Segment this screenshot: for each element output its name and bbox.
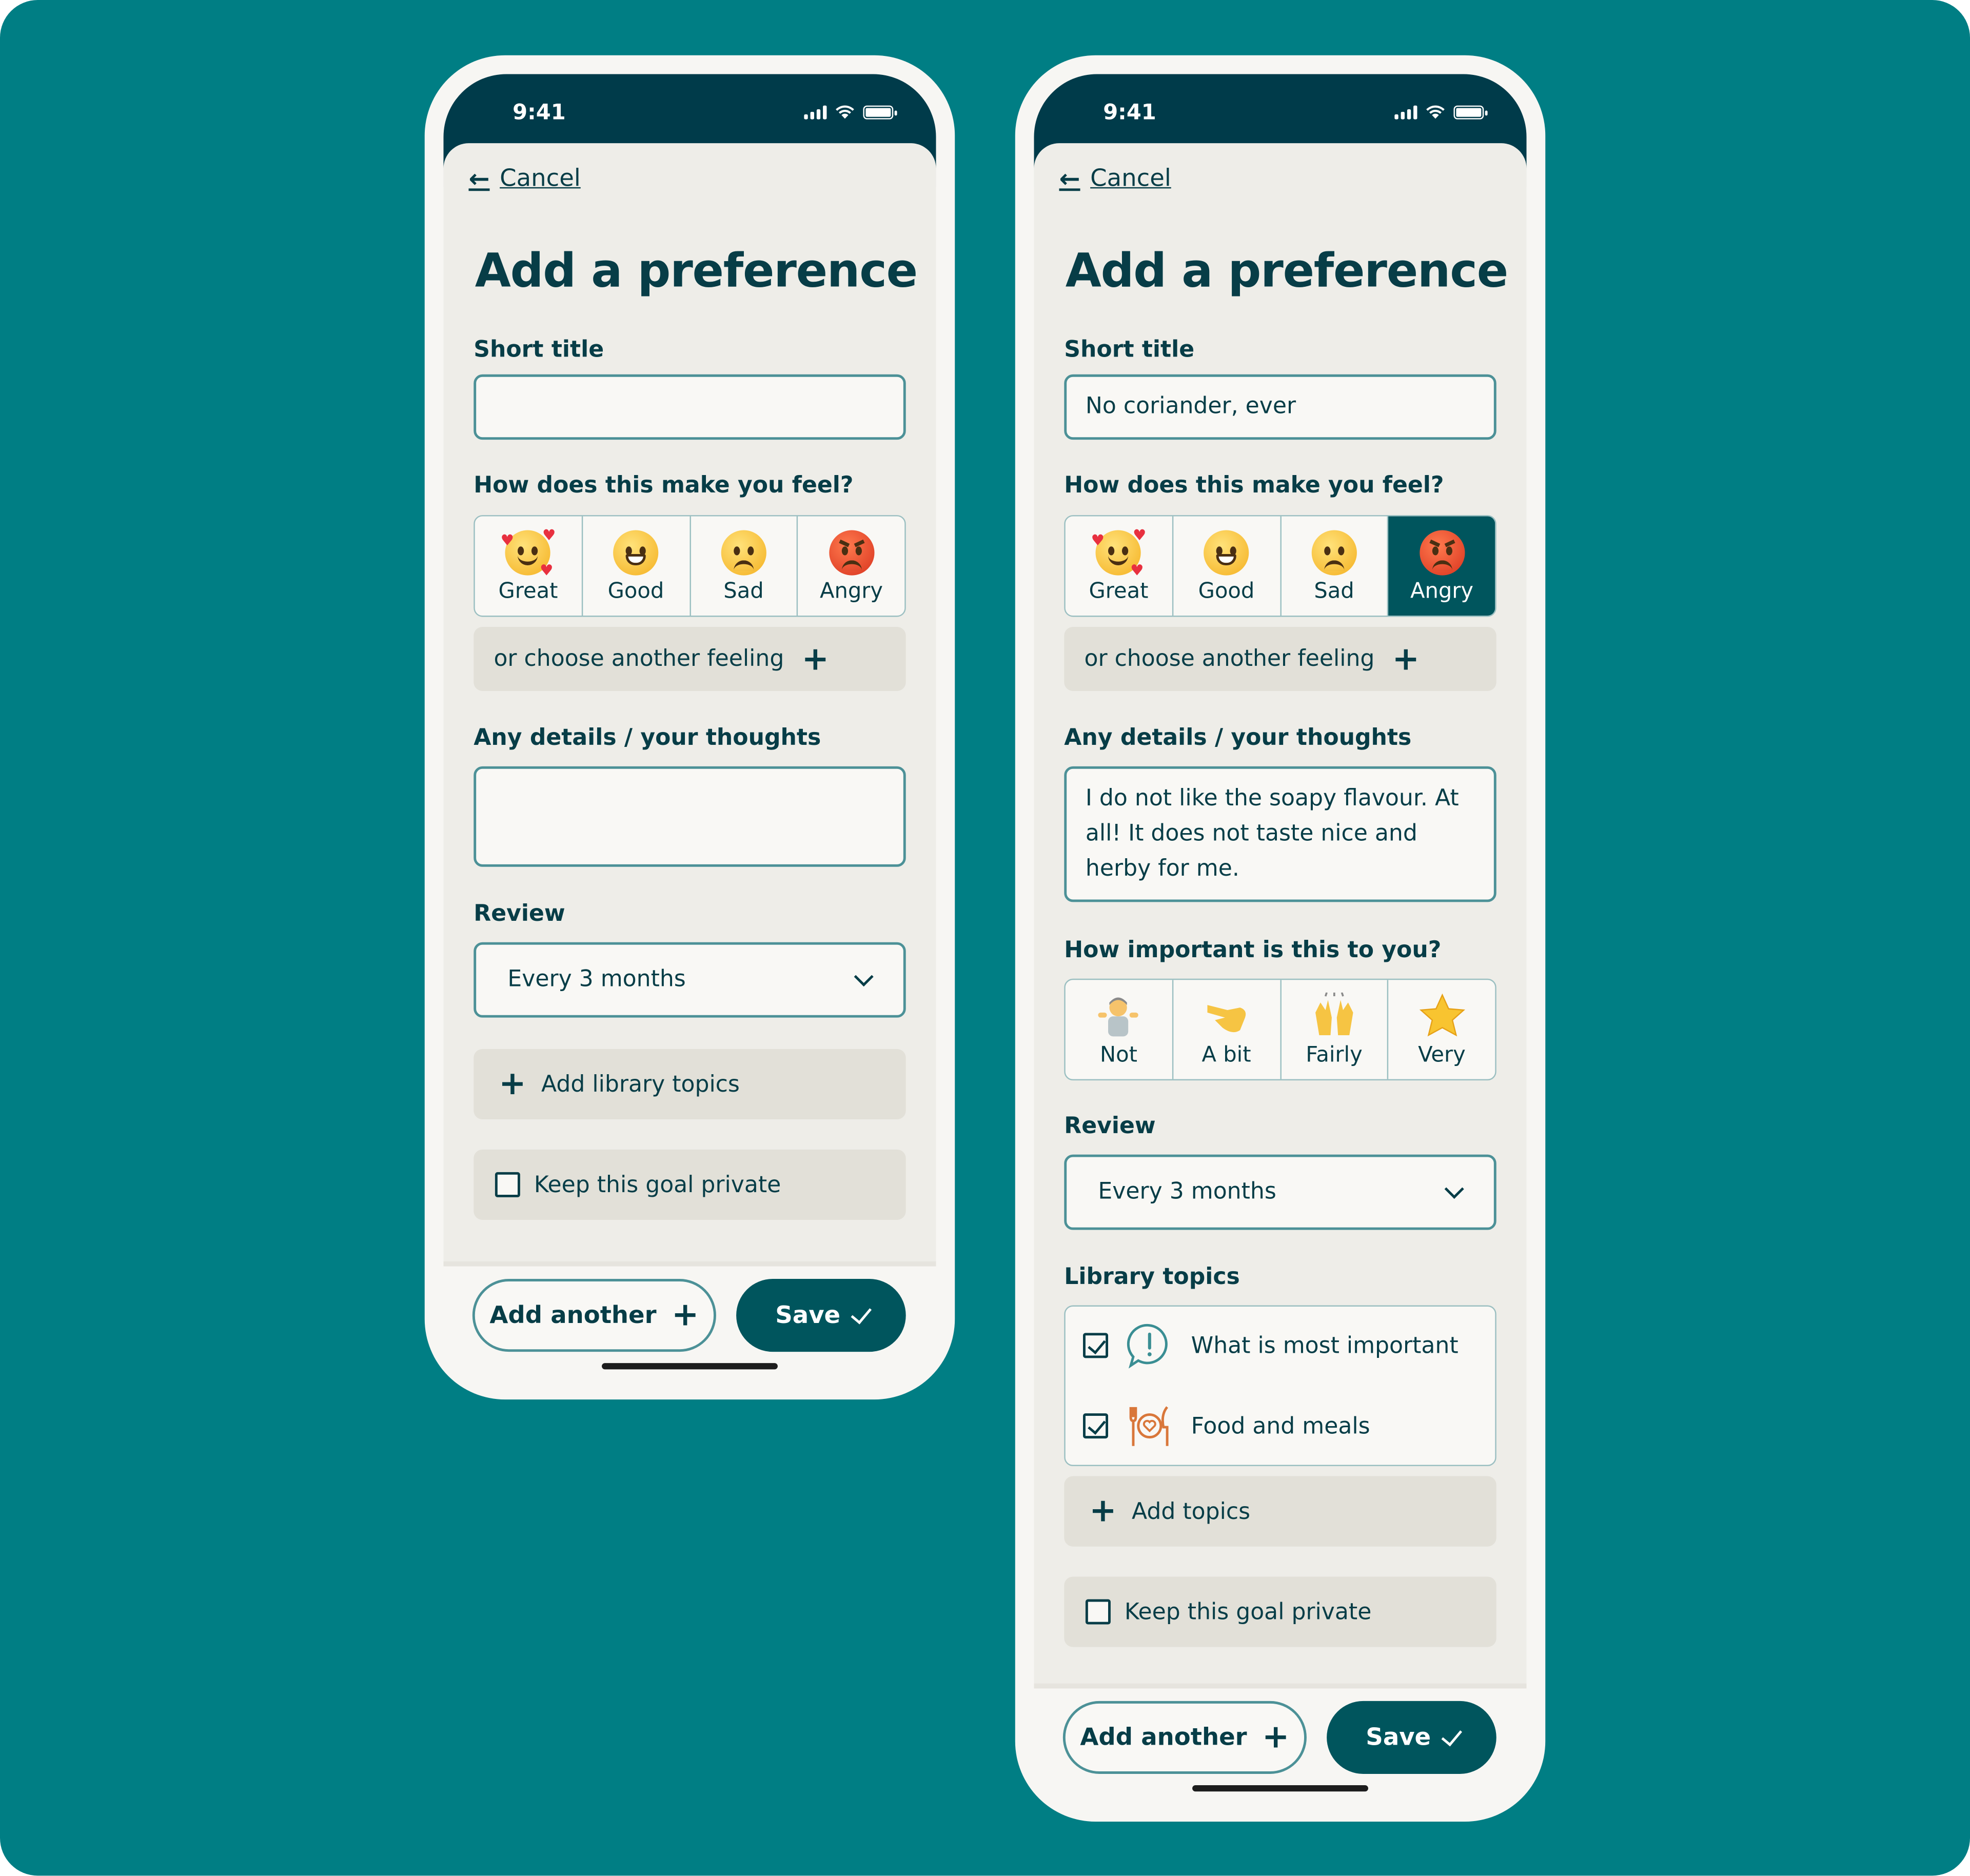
page-title: Add a preference <box>1065 244 1508 298</box>
add-another-button[interactable]: Add another + <box>472 1279 716 1352</box>
feeling-label: How does this make you feel? <box>474 472 854 499</box>
private-checkbox[interactable] <box>495 1172 520 1197</box>
footer-divider <box>443 1261 936 1267</box>
phone-filled-form: 9:41 ← Cancel Add a preference Short tit… <box>1015 55 1546 1822</box>
plus-icon: + <box>1089 1492 1117 1530</box>
angry-face-icon <box>1418 528 1466 576</box>
cancel-label: Cancel <box>500 164 581 192</box>
feeling-option-great[interactable]: ♥ ♥ ♥ Great <box>1066 516 1173 616</box>
private-checkbox[interactable] <box>1085 1599 1111 1625</box>
frowning-face-icon <box>1310 528 1358 576</box>
form-screen: ← Cancel Add a preference Short title Ho… <box>443 143 936 1261</box>
background-canvas <box>0 0 1970 1876</box>
plus-icon: + <box>1262 1719 1290 1756</box>
back-arrow-icon: ← <box>1059 163 1080 194</box>
add-library-topics-button[interactable]: + Add library topics <box>474 1049 906 1120</box>
importance-option-not[interactable]: Not <box>1066 980 1173 1079</box>
plus-icon: + <box>499 1065 526 1103</box>
back-arrow-icon: ← <box>468 163 490 194</box>
library-topics-label: Library topics <box>1064 1263 1240 1291</box>
battery-icon <box>1453 105 1488 119</box>
raising-hands-icon <box>1310 992 1358 1039</box>
feeling-option-angry-selected[interactable]: Angry <box>1388 516 1495 616</box>
importance-option-very[interactable]: Very <box>1389 980 1495 1079</box>
details-label: Any details / your thoughts <box>1064 725 1412 752</box>
list-item[interactable]: What is most important <box>1083 1320 1483 1371</box>
status-time: 9:41 <box>1103 100 1156 126</box>
details-textarea[interactable]: I do not like the soapy flavour. At all!… <box>1064 766 1496 902</box>
smiling-face-with-hearts-icon: ♥ ♥ ♥ <box>1091 525 1147 579</box>
page-title: Add a preference <box>475 244 918 298</box>
status-time: 9:41 <box>513 100 566 126</box>
form-screen: ← Cancel Add a preference Short title No… <box>1034 143 1527 1684</box>
plus-icon: + <box>1392 640 1420 678</box>
check-icon <box>1441 1724 1462 1746</box>
plus-icon: + <box>801 640 830 678</box>
review-label: Review <box>474 900 565 927</box>
wifi-icon <box>836 105 854 119</box>
topic-checkbox[interactable] <box>1083 1413 1109 1439</box>
details-textarea[interactable] <box>474 766 906 867</box>
feeling-option-sad[interactable]: Sad <box>691 516 798 616</box>
short-title-input[interactable]: No coriander, ever <box>1064 374 1496 440</box>
choose-another-feeling-button[interactable]: or choose another feeling + <box>474 627 906 691</box>
short-title-label: Short title <box>1064 337 1195 363</box>
cancel-link[interactable]: ← Cancel <box>468 163 580 193</box>
cellular-signal-icon <box>804 105 827 119</box>
importance-selector: Not A bit Fairly Very <box>1064 978 1496 1081</box>
review-select[interactable]: Every 3 months <box>474 942 906 1018</box>
grinning-face-icon <box>612 528 660 576</box>
phone-empty-form: 9:41 ← Cancel Add a preference Short tit… <box>424 55 955 1400</box>
list-item[interactable]: Food and meals <box>1083 1401 1483 1451</box>
feeling-option-sad[interactable]: Sad <box>1281 516 1389 616</box>
add-topics-button[interactable]: + Add topics <box>1064 1476 1496 1547</box>
smiling-face-with-hearts-icon: ♥ ♥ ♥ <box>500 525 556 579</box>
short-title-input[interactable] <box>474 374 906 440</box>
add-another-button[interactable]: Add another + <box>1062 1701 1307 1774</box>
keep-private-toggle[interactable]: Keep this goal private <box>474 1149 906 1220</box>
keep-private-toggle[interactable]: Keep this goal private <box>1064 1576 1496 1647</box>
angry-face-icon <box>828 528 875 576</box>
choose-another-feeling-button[interactable]: or choose another feeling + <box>1064 627 1496 691</box>
library-topics-list: What is most important Food and meals <box>1064 1305 1496 1466</box>
feeling-label: How does this make you feel? <box>1064 472 1444 499</box>
feeling-option-angry[interactable]: Angry <box>798 517 905 616</box>
battery-icon <box>863 105 897 119</box>
review-label: Review <box>1064 1113 1156 1140</box>
pinching-hand-icon <box>1203 992 1250 1039</box>
speech-bubble-exclamation-icon <box>1126 1321 1173 1369</box>
feeling-option-great[interactable]: ♥ ♥ ♥ Great <box>475 516 583 616</box>
frowning-face-icon <box>720 528 767 576</box>
importance-option-a-bit[interactable]: A bit <box>1173 980 1281 1079</box>
save-button[interactable]: Save <box>1327 1701 1496 1774</box>
review-select[interactable]: Every 3 months <box>1064 1154 1496 1230</box>
feeling-option-good[interactable]: Good <box>583 516 691 616</box>
person-shrugging-icon <box>1095 992 1142 1039</box>
cellular-signal-icon <box>1394 105 1417 119</box>
feeling-selector: ♥ ♥ ♥ Great Good Sad Angry <box>1064 515 1496 617</box>
importance-option-fairly[interactable]: Fairly <box>1281 980 1389 1079</box>
plate-cutlery-heart-icon <box>1126 1402 1173 1450</box>
footer-divider <box>1034 1683 1527 1689</box>
importance-label: How important is this to you? <box>1064 937 1442 964</box>
plus-icon: + <box>671 1296 699 1334</box>
feeling-selector: ♥ ♥ ♥ Great Good Sad Angry <box>474 515 906 617</box>
home-indicator <box>602 1363 778 1370</box>
check-icon <box>851 1302 872 1324</box>
feeling-option-good[interactable]: Good <box>1173 516 1281 616</box>
cancel-label: Cancel <box>1090 164 1171 192</box>
cancel-link[interactable]: ← Cancel <box>1059 163 1171 193</box>
star-icon <box>1418 992 1466 1039</box>
wifi-icon <box>1426 105 1445 119</box>
grinning-face-icon <box>1203 528 1250 576</box>
topic-checkbox[interactable] <box>1083 1333 1109 1358</box>
home-indicator <box>1192 1785 1368 1792</box>
details-label: Any details / your thoughts <box>474 725 821 752</box>
save-button[interactable]: Save <box>736 1279 906 1352</box>
short-title-label: Short title <box>474 337 604 363</box>
